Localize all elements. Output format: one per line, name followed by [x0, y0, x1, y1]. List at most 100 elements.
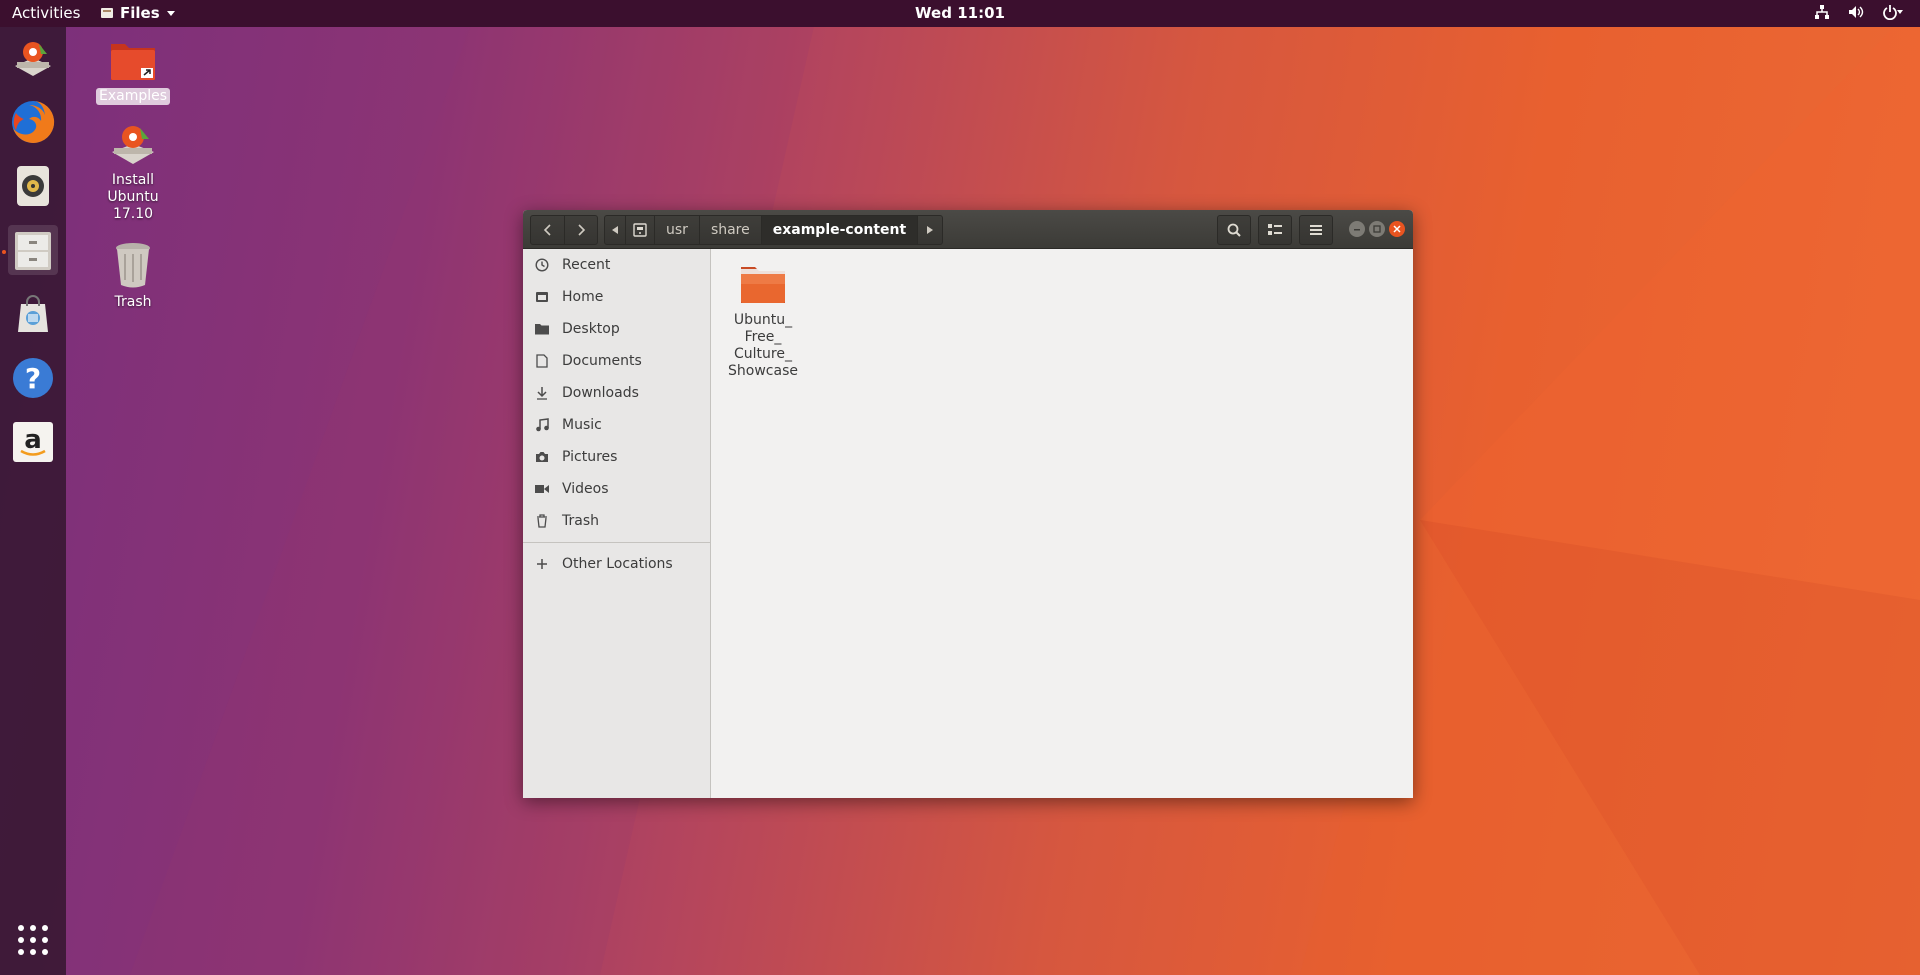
path-scroll-left-button[interactable] [605, 216, 626, 244]
camera-icon [534, 449, 550, 465]
sidebar-item-label: Pictures [562, 449, 618, 465]
folder-icon [534, 321, 550, 337]
sidebar-item-label: Home [562, 289, 604, 305]
desktop-icon-label: Install Ubuntu 17.10 [107, 172, 159, 222]
desktop-icon-examples[interactable]: Examples [88, 38, 178, 105]
chevron-down-icon [166, 11, 175, 16]
show-applications-button[interactable] [8, 915, 58, 965]
music-icon [534, 417, 550, 433]
path-bar: usr share example-content [604, 215, 944, 245]
drive-icon [633, 223, 647, 237]
file-item-folder[interactable]: Ubuntu_ Free_ Culture_ Showcase [723, 263, 803, 380]
help-icon: ? [13, 358, 53, 398]
sidebar-item-label: Downloads [562, 385, 639, 401]
app-menu-label: Files [120, 4, 160, 22]
close-button[interactable] [1389, 221, 1405, 237]
activities-button[interactable]: Activities [12, 4, 80, 22]
svg-text:?: ? [25, 362, 41, 395]
desktop-icon-trash[interactable]: Trash [88, 240, 178, 311]
speaker-icon [17, 166, 49, 206]
path-root-button[interactable] [626, 216, 655, 244]
desktop-icon-label: Trash [114, 294, 152, 310]
trash-icon [534, 513, 550, 529]
volume-icon[interactable] [1848, 4, 1864, 20]
running-indicator [2, 250, 6, 254]
dock-install-ubuntu[interactable] [8, 33, 58, 83]
back-button[interactable] [531, 216, 564, 244]
sidebar-item-desktop[interactable]: Desktop [523, 313, 710, 345]
minimize-icon [1354, 229, 1360, 231]
maximize-icon [1373, 225, 1381, 233]
sidebar-item-home[interactable]: Home [523, 281, 710, 313]
sidebar-divider [523, 542, 710, 543]
firefox-icon [12, 100, 55, 143]
amazon-icon: a [13, 422, 53, 462]
dock: ? a [0, 27, 66, 975]
app-grid-icon [18, 925, 48, 955]
dock-amazon[interactable]: a [8, 417, 58, 467]
minimize-button[interactable] [1349, 221, 1365, 237]
sidebar-item-trash[interactable]: Trash [523, 505, 710, 537]
dock-rhythmbox[interactable] [8, 161, 58, 211]
folder-icon [741, 267, 785, 303]
path-segment[interactable]: usr [655, 216, 700, 244]
menu-button[interactable] [1299, 215, 1333, 245]
search-icon [1227, 223, 1241, 237]
forward-button[interactable] [565, 216, 597, 244]
sidebar-item-videos[interactable]: Videos [523, 473, 710, 505]
places-sidebar: Recent Home Desktop Documents Downloads … [523, 249, 711, 798]
chevron-right-icon [578, 224, 586, 236]
sidebar-item-label: Videos [562, 481, 609, 497]
navigation-buttons [530, 215, 598, 245]
triangle-left-icon [612, 226, 618, 234]
dock-firefox[interactable] [8, 97, 58, 147]
download-icon [534, 385, 550, 401]
desktop-icon-install-ubuntu[interactable]: Install Ubuntu 17.10 [88, 120, 178, 223]
path-segment[interactable]: share [700, 216, 762, 244]
app-menu[interactable]: Files [100, 4, 176, 22]
file-item-label: Ubuntu_ Free_ Culture_ Showcase [728, 312, 798, 379]
sidebar-item-music[interactable]: Music [523, 409, 710, 441]
home-icon [534, 289, 550, 305]
sidebar-item-recent[interactable]: Recent [523, 249, 710, 281]
shopping-bag-icon [18, 295, 48, 332]
path-scroll-right-button[interactable] [918, 216, 942, 244]
folder-link-icon [111, 44, 155, 80]
sidebar-item-downloads[interactable]: Downloads [523, 377, 710, 409]
files-app-icon [101, 8, 113, 18]
sidebar-item-label: Desktop [562, 321, 620, 337]
path-segment-current[interactable]: example-content [761, 216, 919, 244]
close-icon [1393, 225, 1401, 233]
sidebar-item-label: Recent [562, 257, 611, 273]
files-window: usr share example-content Recent Home De… [523, 210, 1413, 798]
clock-icon [534, 257, 550, 273]
maximize-button[interactable] [1369, 221, 1385, 237]
desktop-icon-label: Examples [95, 88, 171, 105]
chevron-left-icon [543, 224, 551, 236]
network-icon[interactable] [1814, 4, 1830, 20]
sidebar-item-documents[interactable]: Documents [523, 345, 710, 377]
file-cabinet-icon [15, 232, 51, 270]
svg-text:a: a [24, 425, 42, 455]
sidebar-item-label: Music [562, 417, 602, 433]
dock-files[interactable] [8, 225, 58, 275]
triangle-right-icon [927, 226, 934, 234]
header-bar: usr share example-content [523, 210, 1413, 249]
search-button[interactable] [1217, 215, 1251, 245]
sidebar-item-other-locations[interactable]: Other Locations [523, 548, 710, 580]
plus-icon [534, 556, 550, 572]
video-icon [534, 481, 550, 497]
list-view-icon [1268, 224, 1282, 235]
power-icon[interactable] [1882, 4, 1904, 20]
sidebar-item-label: Other Locations [562, 556, 673, 572]
sidebar-item-pictures[interactable]: Pictures [523, 441, 710, 473]
install-ubuntu-icon [112, 126, 154, 164]
dock-help[interactable]: ? [8, 353, 58, 403]
dock-ubuntu-software[interactable] [8, 289, 58, 339]
install-ubuntu-icon [15, 42, 51, 76]
file-view[interactable]: Ubuntu_ Free_ Culture_ Showcase [711, 249, 1413, 798]
system-tray[interactable] [1814, 4, 1904, 20]
clock[interactable]: Wed 11:01 [0, 4, 1920, 22]
view-toggle-button[interactable] [1258, 215, 1292, 245]
hamburger-menu-icon [1310, 225, 1322, 235]
